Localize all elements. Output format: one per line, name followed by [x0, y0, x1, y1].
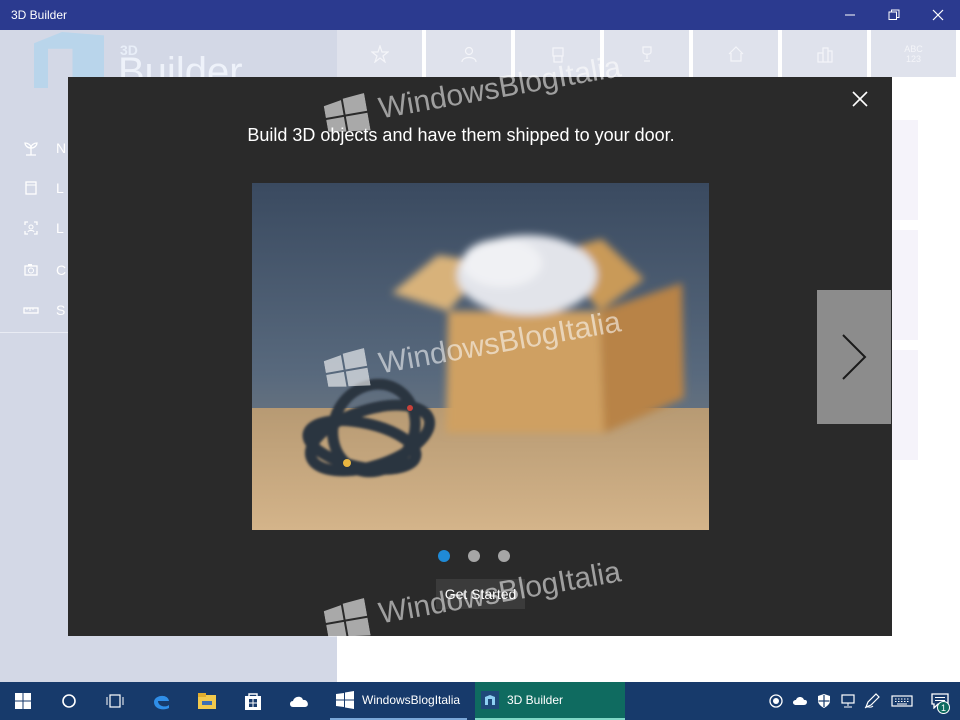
tray-onedrive-button[interactable] — [788, 682, 812, 720]
maximize-button[interactable] — [872, 0, 916, 30]
cortana-icon — [62, 694, 76, 708]
task-view-icon — [106, 694, 124, 708]
cloud-icon — [290, 696, 308, 707]
tray-network-button[interactable] — [836, 682, 860, 720]
taskbar-app-3d-builder[interactable]: 3D Builder — [475, 682, 625, 720]
tray-defender-button[interactable] — [812, 682, 836, 720]
start-button[interactable] — [0, 682, 46, 720]
frame-icon — [22, 179, 40, 197]
scan-icon — [22, 219, 40, 237]
cortana-button[interactable] — [46, 682, 92, 720]
nav-item-library-label: L — [56, 180, 64, 196]
notification-count-badge: 1 — [937, 701, 950, 714]
window-title: 3D Builder — [11, 8, 68, 22]
taskbar: WindowsBlogItalia 3D Builder 1 — [0, 682, 960, 720]
nav-item-settings-label: S — [56, 302, 66, 318]
close-icon — [932, 9, 944, 21]
trophy-icon — [641, 45, 652, 62]
windowsblogitalia-icon — [336, 691, 354, 709]
shipping-box-photo — [252, 183, 709, 530]
nav-item-camera-label: C — [56, 262, 67, 278]
edge-button[interactable] — [138, 682, 184, 720]
dialog-headline: Build 3D objects and have them shipped t… — [247, 125, 675, 145]
cloud-icon — [793, 697, 807, 705]
folder-icon — [198, 693, 216, 709]
nav-item-new-label: N — [56, 140, 67, 156]
tab-favorites[interactable] — [337, 30, 422, 77]
system-tray: 1 — [764, 682, 960, 720]
page-dot-2[interactable] — [468, 550, 480, 562]
dialog-close-button[interactable] — [850, 89, 870, 109]
home-icon — [728, 45, 743, 62]
page-dot-3[interactable] — [498, 550, 510, 562]
3d-builder-icon — [481, 691, 499, 709]
welcome-dialog: Build 3D objects and have them shipped t… — [68, 77, 892, 636]
robot-icon — [551, 46, 564, 63]
city-icon — [816, 46, 833, 63]
store-icon — [245, 693, 261, 710]
taskbar-app-label: WindowsBlogItalia — [362, 693, 461, 707]
tab-text[interactable]: ABC 123 — [871, 30, 956, 77]
taskbar-app-label: 3D Builder — [507, 693, 564, 707]
tab-robots[interactable] — [515, 30, 600, 77]
keyboard-icon — [891, 695, 913, 707]
file-explorer-button[interactable] — [184, 682, 230, 720]
edge-icon — [154, 695, 169, 710]
abc-icon: ABC 123 — [904, 43, 923, 64]
page-indicator — [438, 550, 510, 562]
camera-icon — [22, 261, 40, 279]
action-center-button[interactable]: 1 — [920, 682, 960, 720]
pen-icon — [864, 693, 880, 709]
tray-pen-button[interactable] — [860, 682, 884, 720]
tab-city[interactable] — [782, 30, 867, 77]
person-icon — [460, 46, 477, 62]
get-started-button[interactable]: Get Started — [436, 579, 525, 609]
record-icon — [769, 694, 783, 708]
shield-icon — [818, 694, 830, 708]
restore-icon — [888, 9, 900, 20]
next-page-button[interactable] — [817, 290, 891, 424]
close-icon — [852, 91, 868, 107]
plant-icon — [22, 139, 40, 157]
taskbar-app-windowsblogitalia[interactable]: WindowsBlogItalia — [330, 682, 467, 720]
tab-people[interactable] — [426, 30, 511, 77]
star-icon — [370, 44, 389, 63]
windows-start-icon — [15, 693, 31, 709]
network-icon — [841, 694, 855, 708]
chevron-right-icon — [842, 334, 867, 380]
minimize-button[interactable] — [828, 0, 872, 30]
tray-keyboard-button[interactable] — [884, 682, 920, 720]
onedrive-button[interactable] — [276, 682, 322, 720]
title-bar: 3D Builder — [0, 0, 960, 30]
ruler-icon — [22, 301, 40, 319]
task-view-button[interactable] — [92, 682, 138, 720]
page-dot-1[interactable] — [438, 550, 450, 562]
store-button[interactable] — [230, 682, 276, 720]
category-tabs: ABC 123 — [337, 30, 960, 77]
hero-image — [252, 183, 709, 530]
tray-record-button[interactable] — [764, 682, 788, 720]
tab-trophies[interactable] — [604, 30, 689, 77]
minimize-icon — [845, 14, 855, 16]
nav-item-scan-label: L — [56, 220, 64, 236]
tab-home[interactable] — [693, 30, 778, 77]
close-window-button[interactable] — [916, 0, 960, 30]
